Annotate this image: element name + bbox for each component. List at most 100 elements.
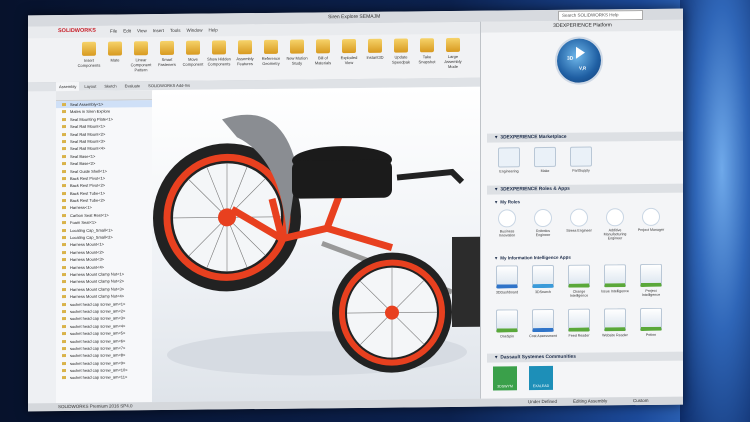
reference-geometry-button[interactable]: Reference Geometry: [258, 39, 284, 74]
tile-label: 3DSearch: [535, 289, 551, 295]
tab-sketch[interactable]: Sketch: [101, 81, 119, 90]
linear-pattern-icon: [134, 41, 148, 56]
3dexperience-compass[interactable]: 3D V,R: [557, 38, 601, 83]
menu-insert[interactable]: Insert: [153, 28, 164, 33]
role-business-innovation[interactable]: Business Innovation: [493, 209, 521, 238]
marketplace-partsupply[interactable]: PartSupply: [567, 146, 595, 173]
take-snapshot-button[interactable]: Take Snapshot: [414, 38, 440, 72]
exploded-view-icon: [342, 38, 356, 54]
community-exalead[interactable]: EXALEAD: [529, 365, 553, 391]
role-robotics-engineer[interactable]: Robotics Engineer: [529, 208, 557, 237]
insert-components-button[interactable]: Insert Components: [76, 41, 102, 76]
role-additive-manufacturing[interactable]: Additive Manufacturing Engineer: [601, 208, 629, 240]
app-icon: [568, 308, 590, 332]
ribbon-label: Mate: [110, 57, 120, 63]
tile-label: Potion: [645, 332, 657, 337]
person-icon: [606, 208, 624, 227]
bill-of-materials-button[interactable]: Bill of Materials: [310, 39, 336, 73]
app-tile[interactable]: Project Intelligence: [637, 263, 665, 298]
assembly-features-button[interactable]: Assembly Features: [232, 40, 258, 74]
app-tile[interactable]: Website Reader: [601, 308, 629, 337]
make-icon: [534, 146, 556, 168]
status-mode: Editing Assembly: [573, 398, 608, 404]
marketplace-engineering[interactable]: Engineering: [495, 147, 523, 173]
app-icon: [604, 308, 626, 332]
menu-help[interactable]: Help: [209, 27, 218, 32]
projected-screen: Siren Explore SEMAJM Search SOLIDWORKS H…: [28, 8, 683, 412]
graphics-area[interactable]: [152, 86, 480, 403]
menu-view[interactable]: View: [137, 28, 147, 33]
app-tile[interactable]: Issue Intelligence: [601, 264, 629, 293]
tile-label: 3DSWYM: [497, 384, 513, 389]
community-3dswym[interactable]: 3DSWYM: [493, 366, 517, 391]
ribbon-label: Assembly Features: [236, 56, 254, 67]
menu-window[interactable]: Window: [187, 28, 203, 33]
person-icon: [534, 208, 552, 228]
collapse-arrow-icon: ▾: [495, 187, 498, 193]
app-tile[interactable]: Change Intelligence: [565, 264, 593, 298]
person-icon: [570, 208, 588, 227]
info-apps-heading[interactable]: ▾ My Information Intelligence Apps: [495, 255, 571, 262]
section-title: 3DEXPERIENCE Roles & Apps: [500, 186, 570, 193]
role-project-manager[interactable]: Project Manager: [637, 207, 665, 232]
collapse-arrow-icon: ▾: [495, 255, 498, 261]
app-icon: [640, 263, 662, 288]
seat-cushion: [292, 159, 392, 199]
marketplace-header[interactable]: ▾ 3DEXPERIENCE Marketplace: [487, 131, 683, 143]
roles-apps-header[interactable]: ▾ 3DEXPERIENCE Roles & Apps: [487, 183, 683, 195]
menu-file[interactable]: File: [110, 28, 117, 33]
collapse-arrow-icon: ▾: [495, 135, 498, 141]
tile-label: Additive Manufacturing Engineer: [603, 228, 627, 241]
tab-evaluate[interactable]: Evaluate: [122, 81, 144, 90]
app-icon: [640, 307, 662, 332]
tile-label: Business Innovation: [498, 229, 516, 238]
partsupply-icon: [570, 146, 592, 167]
command-manager: Insert Components Mate Linear Component …: [28, 33, 480, 84]
tile-label: 3DDashboard: [495, 290, 519, 295]
large-assembly-mode-button[interactable]: Large Assembly Mode: [440, 37, 466, 72]
app-tile[interactable]: Potion: [637, 307, 665, 337]
app-tile[interactable]: 3DDashboard: [493, 265, 521, 295]
exploded-view-button[interactable]: Exploded View: [336, 38, 362, 73]
show-hidden-button[interactable]: Show Hidden Components: [206, 40, 232, 74]
app-icon: [496, 309, 518, 333]
communities-header[interactable]: ▾ Dassault Systemes Communities: [487, 351, 683, 363]
tile-label: Project Intelligence: [641, 288, 661, 298]
ribbon-label: Large Assembly Mode: [444, 53, 462, 70]
partial-wheel: [452, 236, 480, 327]
tab-assembly[interactable]: Assembly: [56, 81, 80, 92]
app-tile[interactable]: 3DSearch: [529, 264, 557, 295]
show-hidden-icon: [212, 40, 226, 55]
menu-edit[interactable]: Edit: [123, 28, 131, 33]
app-tile[interactable]: Feed Reader: [565, 308, 593, 338]
instant3d-button[interactable]: Instant3D: [362, 38, 388, 73]
units-selector[interactable]: Custom: [633, 398, 649, 403]
subsection-title: My Roles: [500, 199, 521, 205]
snapshot-icon: [420, 38, 434, 53]
tile-label: Feed Reader: [568, 333, 590, 338]
tab-layout[interactable]: Layout: [81, 82, 99, 91]
linear-pattern-button[interactable]: Linear Component Pattern: [128, 41, 154, 75]
tile-label: Issue Intelligence: [601, 289, 629, 294]
tree-item[interactable]: socket head cap screw_am<11>: [56, 374, 152, 382]
tile-label: PartSupply: [572, 168, 590, 173]
bom-icon: [316, 39, 330, 54]
smart-fasteners-button[interactable]: Smart Fasteners: [154, 40, 180, 75]
my-roles-heading[interactable]: ▾ My Roles: [495, 199, 520, 205]
tab-addins[interactable]: SOLIDWORKS Add-Ins: [145, 81, 193, 91]
panel-title: 3DEXPERIENCE Platform: [481, 19, 683, 33]
app-tile[interactable]: Cost Assessment: [529, 308, 557, 338]
subsection-title: My Information Intelligence Apps: [500, 254, 571, 261]
app-icon: [568, 264, 590, 288]
app-tile[interactable]: OneSpin: [493, 309, 521, 338]
ribbon-label: Show Hidden Components: [207, 56, 231, 67]
new-motion-study-button[interactable]: New Motion Study: [284, 39, 310, 73]
move-component-button[interactable]: Move Component: [180, 40, 206, 75]
app-icon: [532, 308, 554, 333]
mate-button[interactable]: Mate: [102, 41, 128, 75]
update-speedpak-button[interactable]: Update Speedpak: [388, 38, 414, 72]
marketplace-make[interactable]: Make: [531, 146, 559, 173]
role-stress-engineer[interactable]: Stress Engineer: [565, 208, 593, 233]
collapse-arrow-icon: ▾: [495, 199, 498, 205]
menu-tools[interactable]: Tools: [170, 28, 181, 33]
